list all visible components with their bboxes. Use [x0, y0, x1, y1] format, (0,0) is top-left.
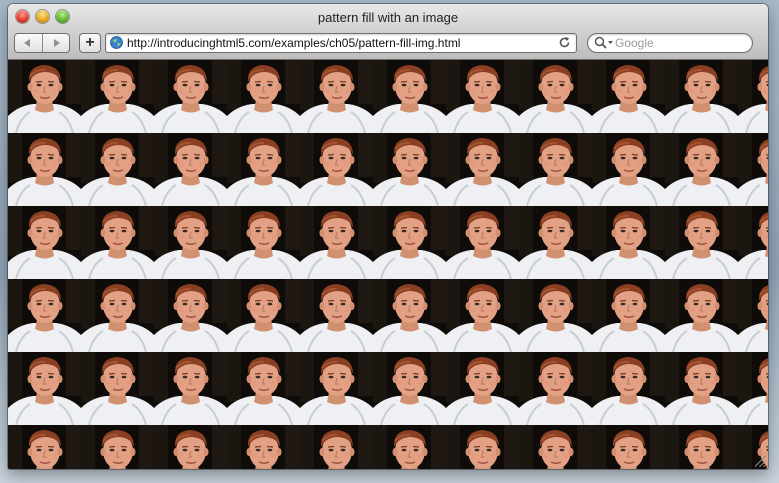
reload-icon[interactable]: [558, 36, 571, 49]
search-input[interactable]: [615, 35, 743, 51]
search-field[interactable]: [587, 33, 753, 53]
search-icon: [594, 36, 613, 49]
add-bookmark-button[interactable]: +: [79, 33, 101, 53]
globe-icon: [110, 36, 123, 49]
desktop-background: pattern fill with an image + http://intr…: [0, 0, 779, 483]
browser-window: pattern fill with an image + http://intr…: [8, 4, 768, 469]
address-bar[interactable]: http://introducinghtml5.com/examples/ch0…: [105, 33, 577, 53]
window-resize-grip[interactable]: [755, 456, 766, 467]
pattern-fill-rect: [8, 60, 768, 469]
window-title: pattern fill with an image: [317, 10, 459, 25]
window-toolbar: pattern fill with an image + http://intr…: [8, 4, 768, 60]
back-arrow-icon: [24, 39, 31, 47]
forward-button[interactable]: [41, 34, 70, 52]
forward-arrow-icon: [53, 39, 60, 47]
back-button[interactable]: [15, 34, 42, 52]
pattern-canvas: [8, 60, 768, 469]
page-viewport: [8, 60, 768, 469]
url-text[interactable]: http://introducinghtml5.com/examples/ch0…: [127, 36, 547, 50]
history-navigation: [14, 33, 70, 53]
